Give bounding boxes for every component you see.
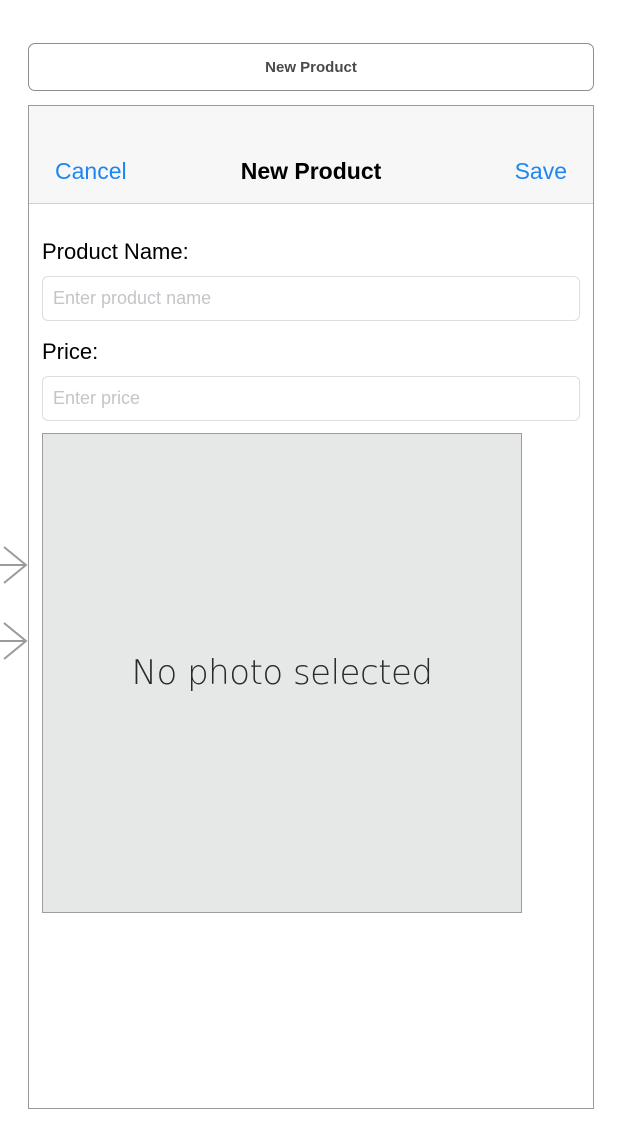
save-button[interactable]: Save (515, 158, 567, 185)
product-name-label: Product Name: (42, 239, 189, 264)
cancel-button[interactable]: Cancel (55, 158, 127, 185)
product-name-input[interactable] (42, 276, 580, 321)
photo-image-view[interactable]: No photo selected (42, 433, 522, 913)
scene-title-bar[interactable]: New Product (28, 43, 594, 91)
price-label: Price: (42, 339, 99, 364)
no-photo-caption: No photo selected (131, 653, 433, 693)
segue-arrow-icon[interactable] (0, 543, 30, 587)
view-controller-scene: Cancel New Product Save Product Name: Pr… (28, 105, 594, 1109)
storyboard-canvas: New Product Cancel New Product Save Prod… (0, 0, 620, 1132)
scene-title: New Product (265, 58, 357, 76)
navigation-bar: Cancel New Product Save (29, 106, 593, 204)
segue-arrow-icon[interactable] (0, 619, 30, 663)
price-input[interactable] (42, 376, 580, 421)
